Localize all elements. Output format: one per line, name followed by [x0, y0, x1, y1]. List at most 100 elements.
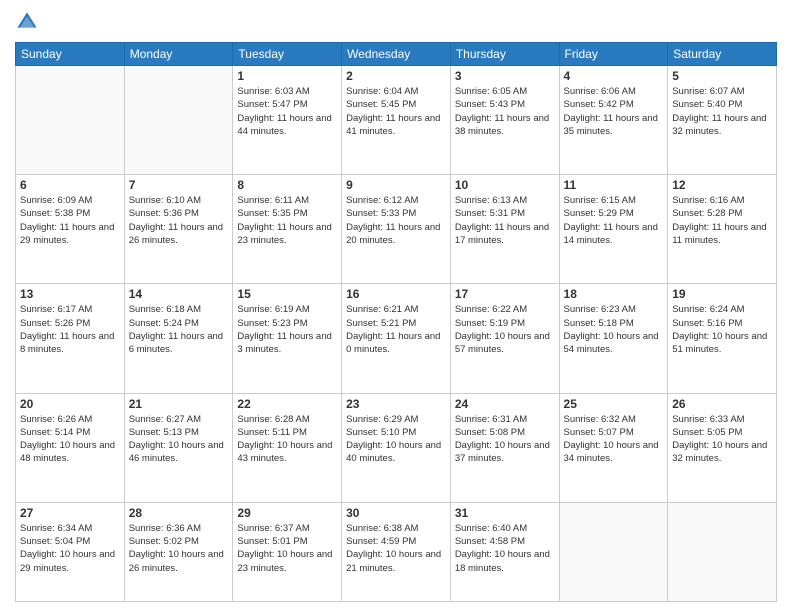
day-info: Sunrise: 6:11 AMSunset: 5:35 PMDaylight:…: [237, 194, 337, 247]
day-number: 20: [20, 397, 120, 411]
day-number: 2: [346, 69, 446, 83]
day-info: Sunrise: 6:19 AMSunset: 5:23 PMDaylight:…: [237, 303, 337, 356]
calendar-cell: 14Sunrise: 6:18 AMSunset: 5:24 PMDayligh…: [124, 284, 233, 393]
day-number: 8: [237, 178, 337, 192]
day-number: 12: [672, 178, 772, 192]
calendar-cell: 15 Sunrise: 6:19 AMSunset: 5:23 PMDayligh…: [233, 284, 342, 393]
calendar-cell: 22 Sunrise: 6:28 AMSunset: 5:11 PMDayligh…: [233, 393, 342, 502]
calendar-cell: 21 Sunrise: 6:27 AMSunset: 5:13 PMDayligh…: [124, 393, 233, 502]
calendar-cell: 12 Sunrise: 6:16 AMSunset: 5:28 PMDayligh…: [668, 175, 777, 284]
day-info: Sunrise: 6:15 AMSunset: 5:29 PMDaylight:…: [564, 194, 664, 247]
day-info: Sunrise: 6:22 AMSunset: 5:19 PMDaylight:…: [455, 303, 555, 356]
calendar-cell: 1Sunrise: 6:03 AMSunset: 5:47 PMDaylight…: [233, 66, 342, 175]
day-info: Sunrise: 6:16 AMSunset: 5:28 PMDaylight:…: [672, 194, 772, 247]
calendar-cell: 29 Sunrise: 6:37 AMSunset: 5:01 PMDayligh…: [233, 502, 342, 601]
day-info: Sunrise: 6:38 AMSunset: 4:59 PMDaylight:…: [346, 522, 446, 575]
calendar-cell: [559, 502, 668, 601]
day-info: Sunrise: 6:28 AMSunset: 5:11 PMDaylight:…: [237, 413, 337, 466]
calendar-cell: 2 Sunrise: 6:04 AMSunset: 5:45 PMDaylight…: [342, 66, 451, 175]
day-number: 23: [346, 397, 446, 411]
calendar-cell: 28 Sunrise: 6:36 AMSunset: 5:02 PMDayligh…: [124, 502, 233, 601]
calendar-cell: 8 Sunrise: 6:11 AMSunset: 5:35 PMDaylight…: [233, 175, 342, 284]
day-info: Sunrise: 6:07 AMSunset: 5:40 PMDaylight:…: [672, 85, 772, 138]
day-info: Sunrise: 6:34 AMSunset: 5:04 PMDaylight:…: [20, 522, 120, 575]
day-info: Sunrise: 6:27 AMSunset: 5:13 PMDaylight:…: [129, 413, 229, 466]
day-number: 30: [346, 506, 446, 520]
calendar-cell: 18Sunrise: 6:23 AMSunset: 5:18 PMDayligh…: [559, 284, 668, 393]
calendar-cell: [124, 66, 233, 175]
day-number: 27: [20, 506, 120, 520]
calendar-cell: 31Sunrise: 6:40 AMSunset: 4:58 PMDayligh…: [450, 502, 559, 601]
day-number: 24: [455, 397, 555, 411]
day-info: Sunrise: 6:17 AMSunset: 5:26 PMDaylight:…: [20, 303, 120, 356]
day-number: 26: [672, 397, 772, 411]
day-number: 14: [129, 287, 229, 301]
calendar-cell: 16 Sunrise: 6:21 AMSunset: 5:21 PMDayligh…: [342, 284, 451, 393]
day-info: Sunrise: 6:21 AMSunset: 5:21 PMDaylight:…: [346, 303, 446, 356]
calendar-cell: 13 Sunrise: 6:17 AMSunset: 5:26 PMDayligh…: [16, 284, 125, 393]
calendar-week-row: 1Sunrise: 6:03 AMSunset: 5:47 PMDaylight…: [16, 66, 777, 175]
calendar-day-header: Wednesday: [342, 43, 451, 66]
header: [15, 10, 777, 34]
day-number: 22: [237, 397, 337, 411]
calendar-cell: 9 Sunrise: 6:12 AMSunset: 5:33 PMDaylight…: [342, 175, 451, 284]
page: SundayMondayTuesdayWednesdayThursdayFrid…: [0, 0, 792, 612]
day-info: Sunrise: 6:26 AMSunset: 5:14 PMDaylight:…: [20, 413, 120, 466]
day-number: 19: [672, 287, 772, 301]
day-info: Sunrise: 6:24 AMSunset: 5:16 PMDaylight:…: [672, 303, 772, 356]
day-number: 13: [20, 287, 120, 301]
day-number: 28: [129, 506, 229, 520]
calendar-cell: 4Sunrise: 6:06 AMSunset: 5:42 PMDaylight…: [559, 66, 668, 175]
day-number: 9: [346, 178, 446, 192]
day-info: Sunrise: 6:33 AMSunset: 5:05 PMDaylight:…: [672, 413, 772, 466]
calendar-week-row: 27 Sunrise: 6:34 AMSunset: 5:04 PMDayligh…: [16, 502, 777, 601]
calendar-cell: 23 Sunrise: 6:29 AMSunset: 5:10 PMDayligh…: [342, 393, 451, 502]
day-info: Sunrise: 6:29 AMSunset: 5:10 PMDaylight:…: [346, 413, 446, 466]
calendar-cell: 26 Sunrise: 6:33 AMSunset: 5:05 PMDayligh…: [668, 393, 777, 502]
calendar-cell: 11 Sunrise: 6:15 AMSunset: 5:29 PMDayligh…: [559, 175, 668, 284]
day-number: 29: [237, 506, 337, 520]
calendar-header-row: SundayMondayTuesdayWednesdayThursdayFrid…: [16, 43, 777, 66]
calendar-day-header: Thursday: [450, 43, 559, 66]
day-info: Sunrise: 6:40 AMSunset: 4:58 PMDaylight:…: [455, 522, 555, 575]
day-info: Sunrise: 6:23 AMSunset: 5:18 PMDaylight:…: [564, 303, 664, 356]
day-info: Sunrise: 6:13 AMSunset: 5:31 PMDaylight:…: [455, 194, 555, 247]
calendar-cell: 10 Sunrise: 6:13 AMSunset: 5:31 PMDayligh…: [450, 175, 559, 284]
day-number: 10: [455, 178, 555, 192]
day-info: Sunrise: 6:05 AMSunset: 5:43 PMDaylight:…: [455, 85, 555, 138]
day-info: Sunrise: 6:04 AMSunset: 5:45 PMDaylight:…: [346, 85, 446, 138]
day-number: 6: [20, 178, 120, 192]
calendar-week-row: 13 Sunrise: 6:17 AMSunset: 5:26 PMDayligh…: [16, 284, 777, 393]
calendar-day-header: Tuesday: [233, 43, 342, 66]
day-number: 25: [564, 397, 664, 411]
logo: [15, 10, 43, 34]
day-info: Sunrise: 6:36 AMSunset: 5:02 PMDaylight:…: [129, 522, 229, 575]
calendar-day-header: Saturday: [668, 43, 777, 66]
calendar-table: SundayMondayTuesdayWednesdayThursdayFrid…: [15, 42, 777, 602]
calendar-cell: 20 Sunrise: 6:26 AMSunset: 5:14 PMDayligh…: [16, 393, 125, 502]
calendar-day-header: Monday: [124, 43, 233, 66]
day-number: 16: [346, 287, 446, 301]
day-number: 11: [564, 178, 664, 192]
calendar-cell: 30 Sunrise: 6:38 AMSunset: 4:59 PMDayligh…: [342, 502, 451, 601]
calendar-week-row: 6 Sunrise: 6:09 AMSunset: 5:38 PMDaylight…: [16, 175, 777, 284]
day-info: Sunrise: 6:12 AMSunset: 5:33 PMDaylight:…: [346, 194, 446, 247]
calendar-cell: 25Sunrise: 6:32 AMSunset: 5:07 PMDayligh…: [559, 393, 668, 502]
calendar-cell: 7Sunrise: 6:10 AMSunset: 5:36 PMDaylight…: [124, 175, 233, 284]
day-number: 15: [237, 287, 337, 301]
day-number: 17: [455, 287, 555, 301]
day-number: 1: [237, 69, 337, 83]
logo-icon: [15, 10, 39, 34]
day-number: 7: [129, 178, 229, 192]
calendar-cell: 3 Sunrise: 6:05 AMSunset: 5:43 PMDaylight…: [450, 66, 559, 175]
day-info: Sunrise: 6:06 AMSunset: 5:42 PMDaylight:…: [564, 85, 664, 138]
day-info: Sunrise: 6:09 AMSunset: 5:38 PMDaylight:…: [20, 194, 120, 247]
day-number: 21: [129, 397, 229, 411]
day-number: 3: [455, 69, 555, 83]
calendar-cell: 27 Sunrise: 6:34 AMSunset: 5:04 PMDayligh…: [16, 502, 125, 601]
calendar-cell: [16, 66, 125, 175]
calendar-cell: 24Sunrise: 6:31 AMSunset: 5:08 PMDayligh…: [450, 393, 559, 502]
day-number: 5: [672, 69, 772, 83]
calendar-day-header: Friday: [559, 43, 668, 66]
day-info: Sunrise: 6:37 AMSunset: 5:01 PMDaylight:…: [237, 522, 337, 575]
